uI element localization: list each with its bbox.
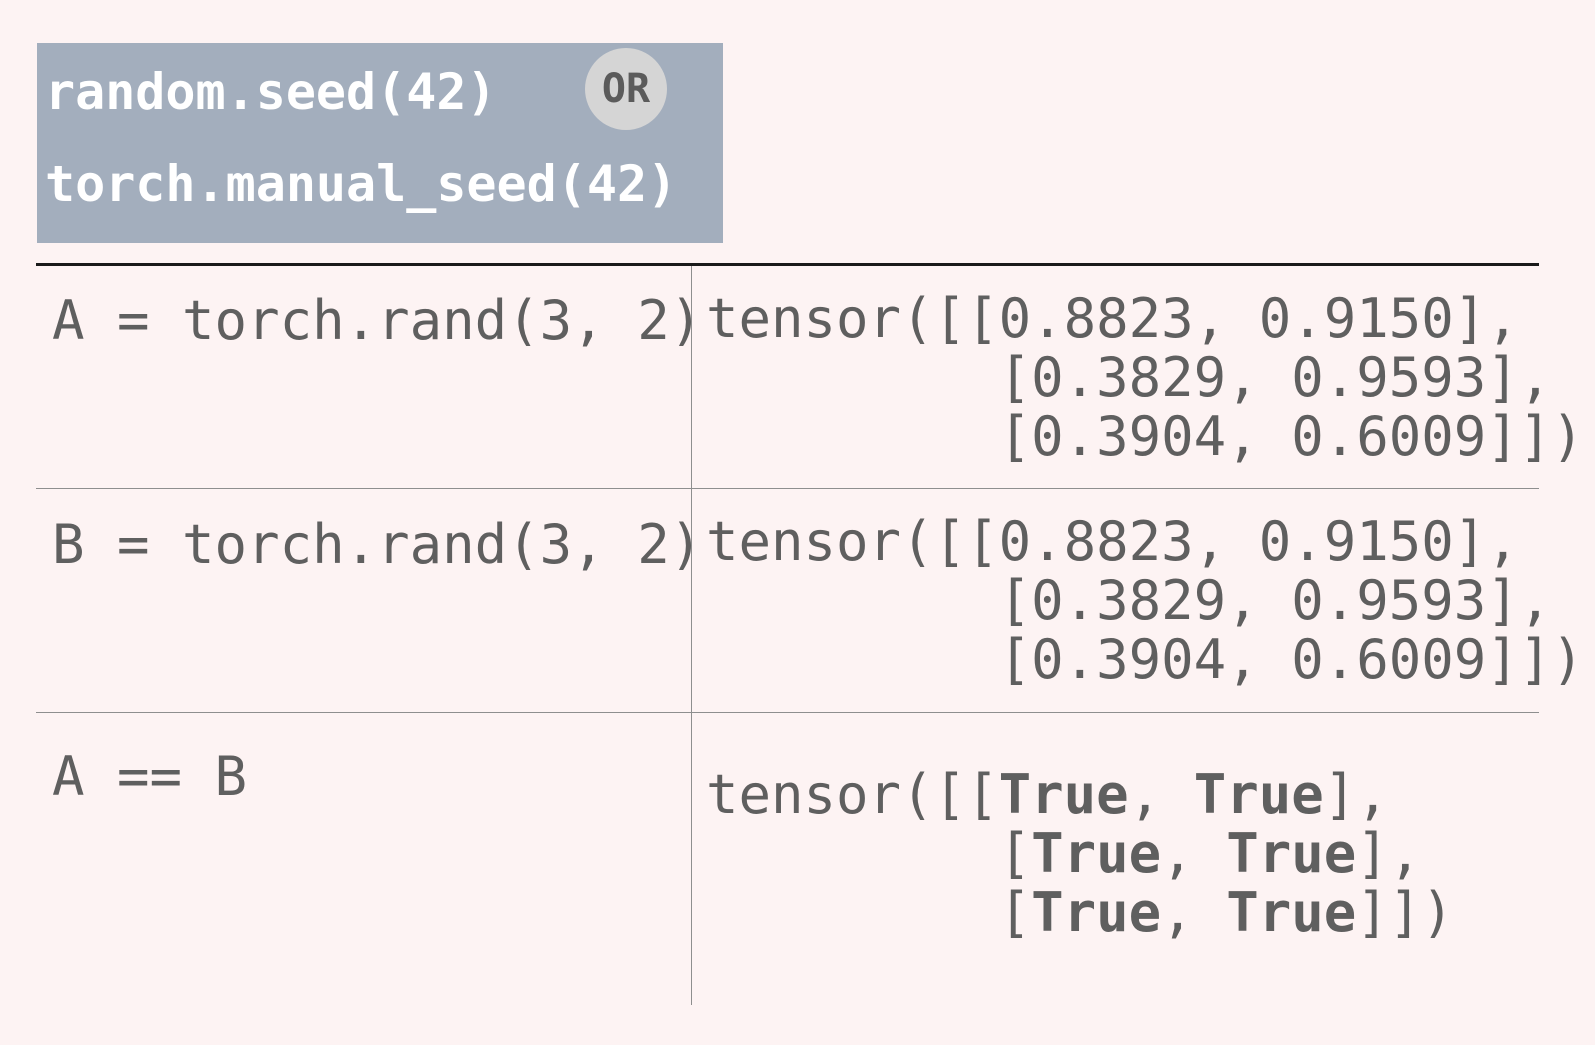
tensor-value: 0.3829	[1031, 346, 1227, 409]
tensor-value: 0.8823	[998, 287, 1194, 350]
tensor-value: True	[1031, 881, 1162, 944]
code-a: A = torch.rand(3, 2)	[52, 289, 703, 352]
tensor-value: 0.6009	[1291, 405, 1487, 468]
tensor-row: [0.3829, 0.9593],	[998, 346, 1552, 409]
tensor-value: 0.9593	[1291, 346, 1487, 409]
tensor-value: True	[1031, 822, 1162, 885]
tensor-row: [True, True]])	[998, 881, 1454, 944]
tensor-row: [0.3904, 0.6009]])	[998, 405, 1584, 468]
tensor-value: True	[998, 763, 1129, 826]
code-equality: A == B	[52, 745, 248, 808]
tensor-value: True	[1193, 763, 1324, 826]
tensor-row: [0.3829, 0.9593],	[998, 569, 1552, 632]
column-divider	[691, 266, 692, 1005]
tensor-value: True	[1226, 881, 1357, 944]
tensor-value: 0.9593	[1291, 569, 1487, 632]
row-divider	[36, 488, 1539, 489]
seed-box: random.seed(42) OR torch.manual_seed(42)	[37, 43, 723, 243]
table-top-rule	[36, 263, 1539, 266]
tensor-value: 0.3904	[1031, 628, 1227, 691]
tensor-value: 0.8823	[998, 510, 1194, 573]
or-badge: OR	[585, 48, 667, 130]
torch-manual-seed-code: torch.manual_seed(42)	[45, 155, 678, 213]
random-seed-code: random.seed(42)	[45, 63, 497, 121]
tensor-row: tensor([[0.8823, 0.9150],	[706, 510, 1519, 573]
tensor-row: [0.3904, 0.6009]])	[998, 628, 1584, 691]
row-divider	[36, 712, 1539, 713]
tensor-value: 0.9150	[1258, 510, 1454, 573]
tensor-value: 0.9150	[1258, 287, 1454, 350]
output-equality: tensor([[True, True], [True, True], [Tru…	[706, 765, 1454, 942]
output-b: tensor([[0.8823, 0.9150], [0.3829, 0.959…	[706, 512, 1584, 689]
tensor-row: [True, True],	[998, 822, 1422, 885]
tensor-value: 0.3904	[1031, 405, 1227, 468]
tensor-row: tensor([[0.8823, 0.9150],	[706, 287, 1519, 350]
tensor-value: 0.3829	[1031, 569, 1227, 632]
tensor-value: 0.6009	[1291, 628, 1487, 691]
tensor-value: True	[1226, 822, 1357, 885]
output-a: tensor([[0.8823, 0.9150], [0.3829, 0.959…	[706, 289, 1584, 466]
tensor-row: tensor([[True, True],	[706, 763, 1389, 826]
code-b: B = torch.rand(3, 2)	[52, 513, 703, 576]
